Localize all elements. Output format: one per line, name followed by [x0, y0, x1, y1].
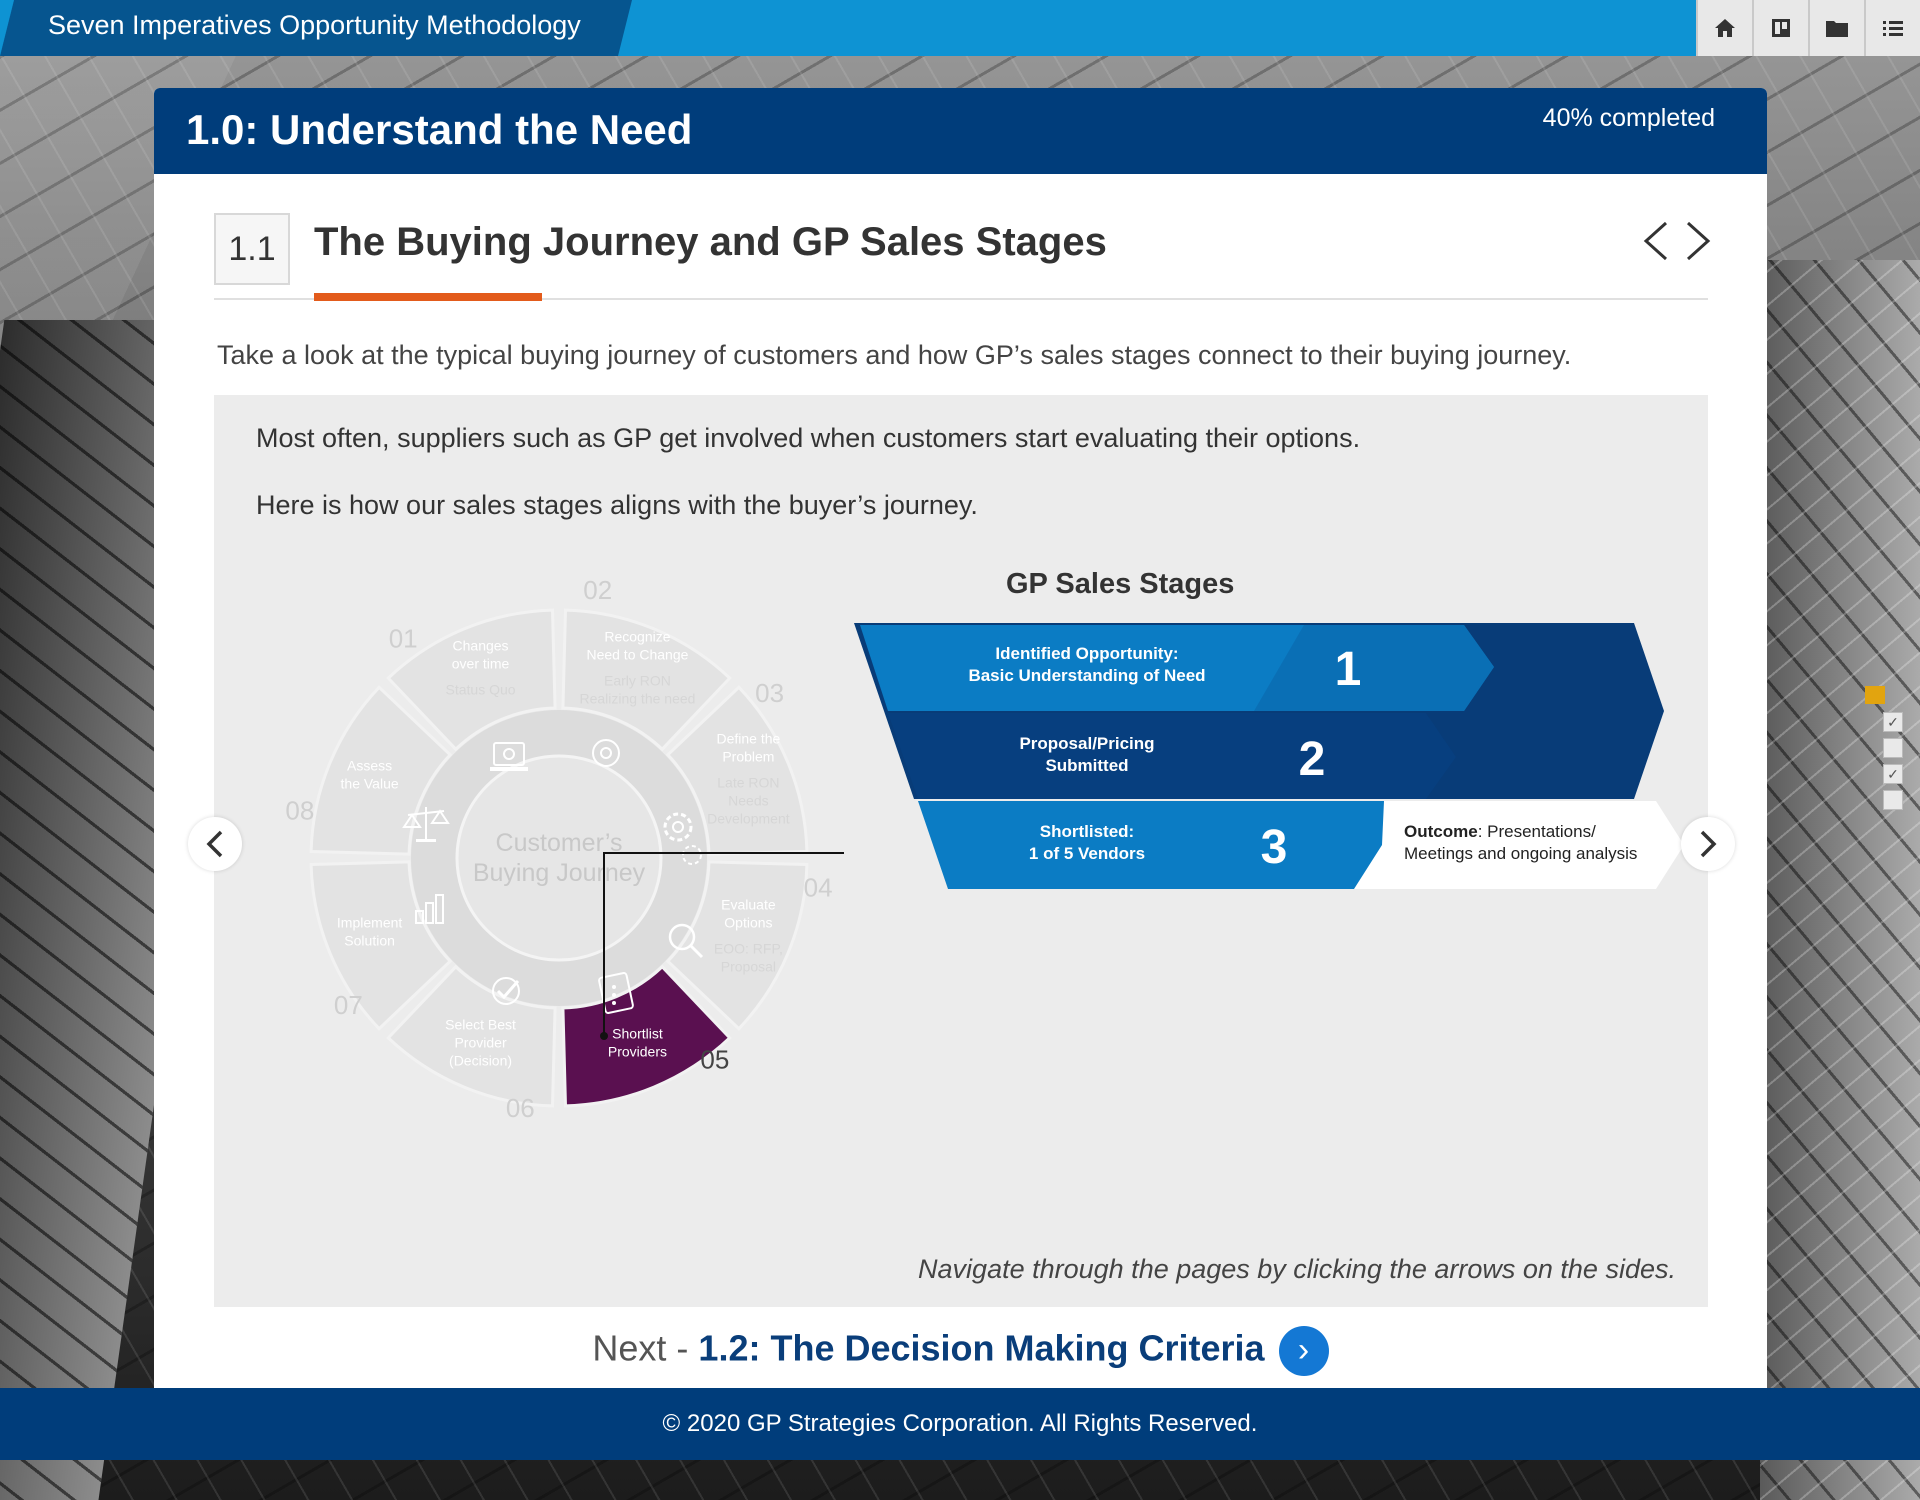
wheel-center-line-2: Buying Journey — [473, 859, 646, 887]
wheel-segment-label-06: (Decision) — [449, 1052, 512, 1068]
home-icon[interactable] — [1696, 0, 1752, 56]
panel-next-arrow[interactable] — [1681, 817, 1735, 871]
chevron-left-icon[interactable] — [1642, 218, 1670, 272]
wheel-segment-number-08: 08 — [285, 795, 314, 825]
wheel-segment-label-05: Providers — [608, 1043, 667, 1059]
stage-3-label-line-1: Shortlisted: — [1040, 822, 1134, 841]
wheel-segment-sub-01: Status Quo — [446, 682, 516, 698]
wheel-segment-number-02: 02 — [583, 575, 612, 605]
wheel-segment-label-07: Implement — [337, 914, 402, 930]
chevron-right-icon[interactable] — [1684, 218, 1712, 272]
toolbar-icons — [1696, 0, 1920, 56]
stage-1-label-line-2: Basic Understanding of Need — [968, 666, 1205, 685]
next-prefix: Next - — [592, 1327, 699, 1369]
sales-stages-funnel: Identified Opportunity: Basic Understand… — [854, 623, 1684, 889]
panel-paragraph-1: Most often, suppliers such as GP get inv… — [256, 423, 1361, 453]
wheel-segment-sub-03: Late RON — [717, 775, 779, 791]
wheel-segment-label-03: Define the — [716, 731, 780, 747]
panel-paragraph-2: Here is how our sales stages aligns with… — [256, 490, 978, 520]
outcome-line-2: Meetings and ongoing analysis — [1404, 844, 1637, 863]
wheel-segment-number-03: 03 — [755, 678, 784, 708]
footer: © 2020 GP Strategies Corporation. All Ri… — [0, 1388, 1920, 1460]
wheel-segment-number-06: 06 — [506, 1093, 535, 1123]
section-intro: Take a look at the typical buying journe… — [217, 340, 1572, 370]
section-title-underline — [314, 293, 542, 301]
connector-dot — [600, 1032, 608, 1040]
wheel-segment-sub-03: Needs — [728, 793, 768, 809]
next-arrow-button[interactable]: › — [1278, 1326, 1329, 1376]
progress-text: 40% completed — [1542, 104, 1715, 132]
next-link-row: Next - 1.2: The Decision Making Criteria… — [154, 1326, 1767, 1376]
stage-3-band — [918, 801, 1422, 889]
content-panel: Most often, suppliers such as GP get inv… — [214, 395, 1708, 1307]
wheel-segment-label-04: Evaluate — [721, 896, 776, 912]
current-page-marker — [1865, 686, 1885, 704]
wheel-segment-label-02: Recognize — [604, 629, 670, 645]
stage-2-band — [888, 713, 1456, 799]
wheel-segment-label-05: Shortlist — [612, 1025, 663, 1041]
menu-list-icon[interactable] — [1864, 0, 1920, 56]
wheel-segment-sub-02: Realizing the need — [579, 691, 695, 707]
content-card: 1.0: Understand the Need 40% completed 1… — [154, 88, 1767, 1388]
wheel-segment-label-06: Select Best — [445, 1016, 516, 1032]
wheel-segment-label-01: over time — [452, 656, 510, 672]
wheel-segment-label-06: Provider — [454, 1034, 506, 1050]
stage-2-label-line-2: Submitted — [1045, 756, 1128, 775]
module-title: 1.0: Understand the Need — [186, 106, 693, 153]
wheel-segment-label-03: Problem — [722, 749, 774, 765]
stage-3-label-line-2: 1 of 5 Vendors — [1029, 844, 1145, 863]
page-progress-item[interactable]: ✓ — [1883, 764, 1903, 784]
app-title: Seven Imperatives Opportunity Methodolog… — [48, 10, 581, 40]
wheel-segment-number-01: 01 — [389, 623, 418, 653]
stage-2-label-line-1: Proposal/Pricing — [1019, 734, 1154, 753]
page-progress: ✓ ✓ — [1865, 686, 1903, 810]
page-progress-item[interactable] — [1883, 790, 1903, 810]
wheel-segment-label-02: Need to Change — [586, 647, 688, 663]
top-bar: Seven Imperatives Opportunity Methodolog… — [0, 0, 1920, 56]
wheel-segment-label-07: Solution — [344, 932, 395, 948]
wheel-segment-number-04: 04 — [804, 873, 833, 903]
wheel-segment-sub-04: EOO: RFP, — [714, 940, 783, 956]
wheel-segment-sub-03: Development — [707, 811, 790, 827]
buying-journey-wheel: Customer’s Buying Journey 01 Changesover … — [285, 575, 844, 1123]
next-page-link[interactable]: 1.2: The Decision Making Criteria — [698, 1328, 1264, 1369]
wheel-segment-label-08: Assess — [347, 758, 392, 774]
wheel-segment-label-08: the Value — [341, 776, 399, 792]
wheel-segment-number-05: 05 — [700, 1045, 729, 1075]
folder-icon[interactable] — [1808, 0, 1864, 56]
board-icon[interactable] — [1752, 0, 1808, 56]
panel-prev-arrow[interactable] — [188, 817, 242, 871]
wheel-segment-sub-04: Proposal — [721, 958, 776, 974]
background-building-right — [1760, 260, 1920, 1500]
copyright: © 2020 GP Strategies Corporation. All Ri… — [662, 1410, 1258, 1437]
page-progress-item[interactable]: ✓ — [1883, 712, 1903, 732]
stage-1-number: 1 — [1335, 643, 1362, 696]
stage-1-label-line-1: Identified Opportunity: — [995, 644, 1178, 663]
outcome-line-1: Outcome: Presentations/ — [1404, 822, 1596, 841]
stage-2-number: 2 — [1299, 733, 1326, 786]
navigation-tip: Navigate through the pages by clicking t… — [918, 1254, 1676, 1284]
page-progress-item[interactable] — [1883, 738, 1903, 758]
section-number: 1.1 — [214, 213, 290, 285]
wheel-segment-number-07: 07 — [334, 990, 363, 1020]
wheel-segment-label-04: Options — [724, 914, 772, 930]
module-header: 1.0: Understand the Need 40% completed — [154, 88, 1767, 174]
section-title: The Buying Journey and GP Sales Stages — [314, 220, 1107, 264]
wheel-segment-sub-02: Early RON — [604, 673, 671, 689]
stage-3-number: 3 — [1261, 821, 1288, 874]
sales-stages-title: GP Sales Stages — [1006, 568, 1235, 600]
wheel-segment-label-01: Changes — [453, 638, 509, 654]
